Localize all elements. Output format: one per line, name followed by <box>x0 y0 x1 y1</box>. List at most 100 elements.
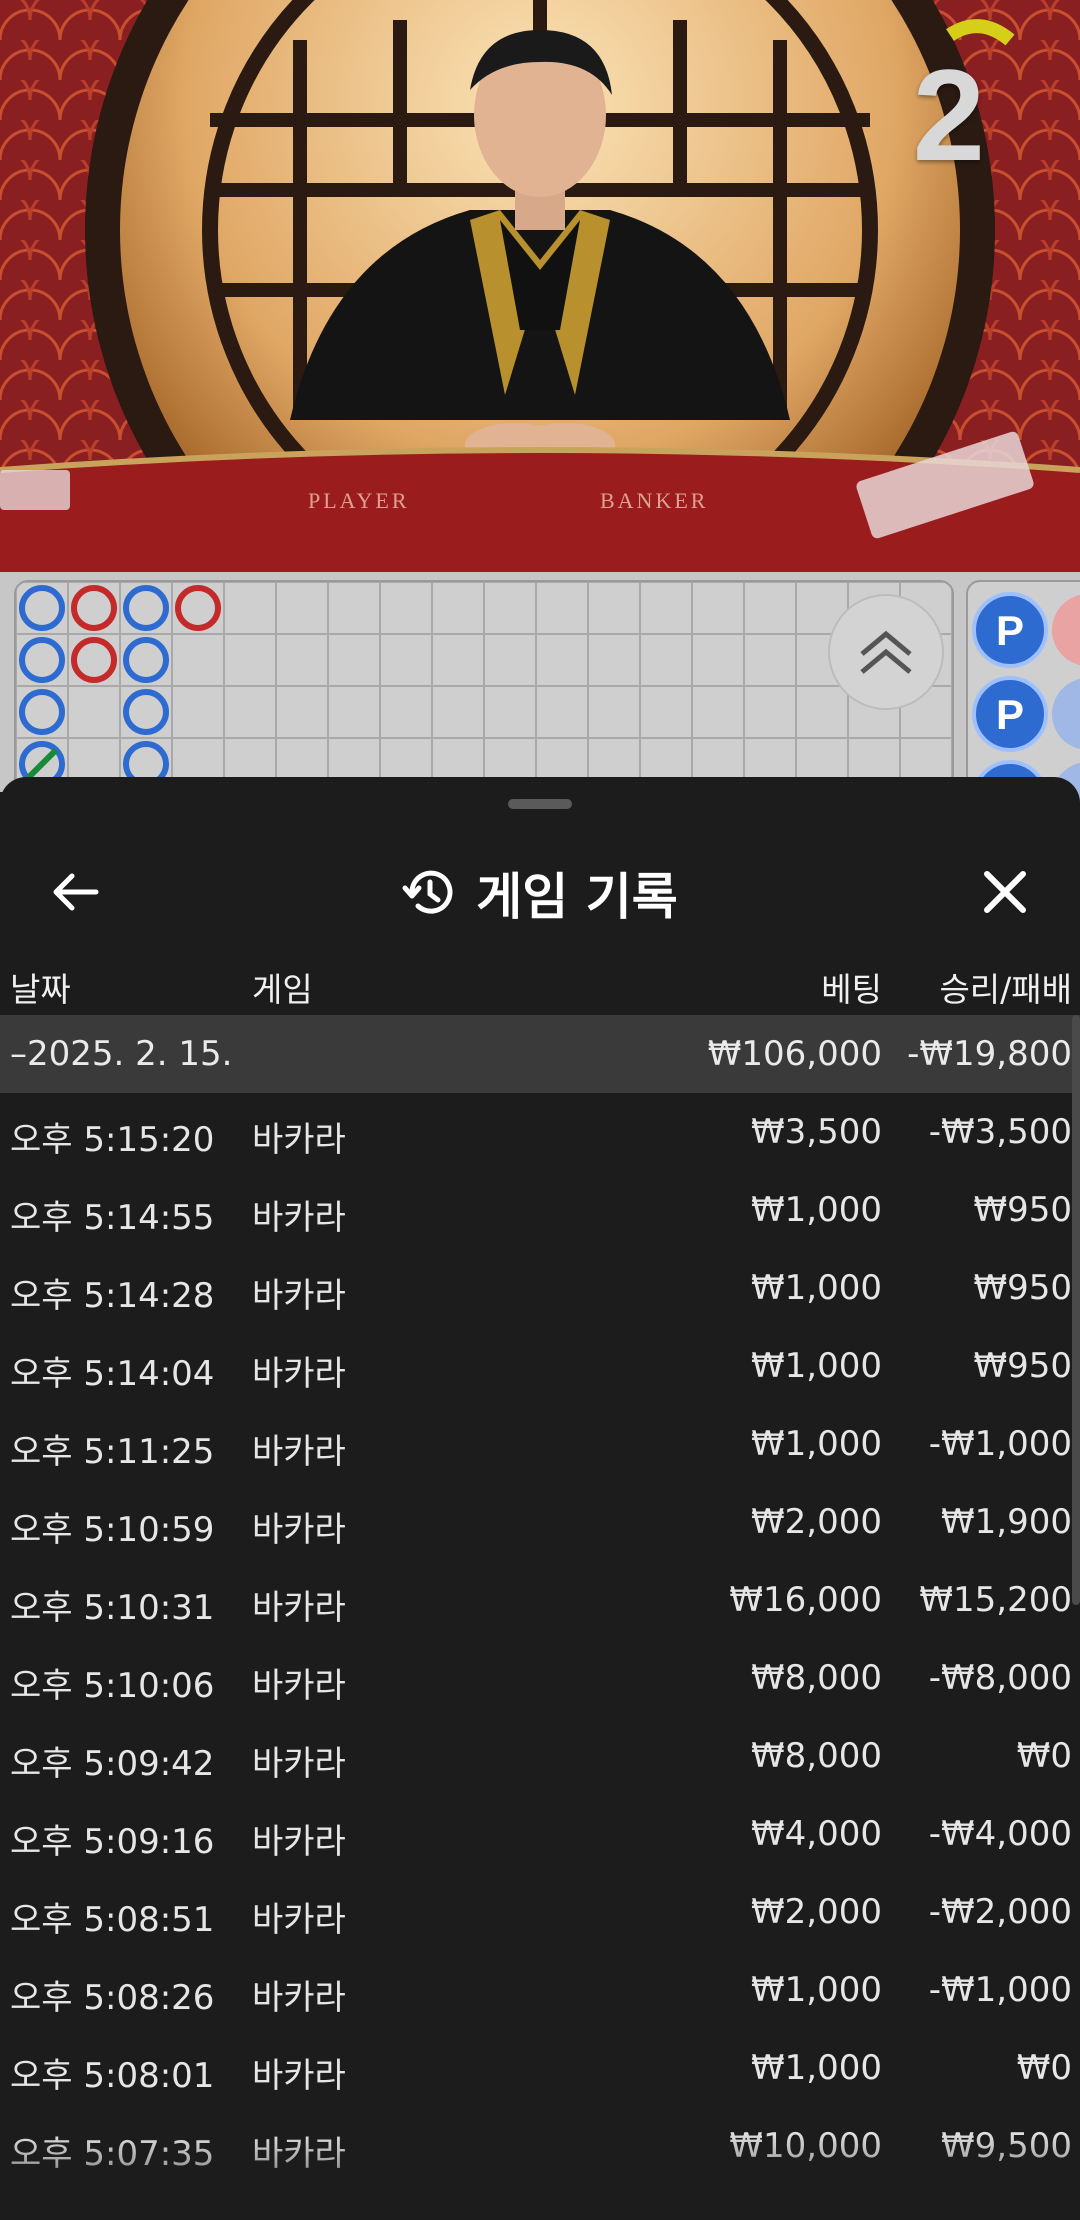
player-ring <box>19 689 65 735</box>
row-game: 바카라 <box>252 1900 346 1940</box>
row-game: 바카라 <box>252 1822 346 1862</box>
row-game: 바카라 <box>252 1198 346 1238</box>
date-summary-row[interactable]: –2025. 2. 15. ₩106,000 -₩19,800 <box>0 1015 1080 1093</box>
history-row[interactable]: 오후 5:10:31 바카라 ₩16,000 ₩15,200 <box>0 1561 1080 1639</box>
live-video: PLAYER BANKER 2 <box>0 0 1080 572</box>
row-result: -₩3,500 <box>928 1112 1072 1152</box>
row-game: 바카라 <box>252 1978 346 2018</box>
row-time: 오후 5:11:25 <box>10 1432 215 1472</box>
player-ring <box>123 637 169 683</box>
row-bet: ₩1,000 <box>751 2048 882 2088</box>
sheet-header: 게임 기록 <box>0 827 1080 947</box>
row-game: 바카라 <box>252 1666 346 1706</box>
player-ring <box>123 585 169 631</box>
history-row[interactable]: 오후 5:11:25 바카라 ₩1,000 -₩1,000 <box>0 1405 1080 1483</box>
close-button[interactable] <box>972 859 1038 925</box>
history-icon <box>402 870 453 914</box>
row-time: 오후 5:09:42 <box>10 1744 215 1784</box>
row-result: ₩950 <box>973 1346 1072 1386</box>
history-row[interactable]: 오후 5:14:28 바카라 ₩1,000 ₩950 <box>0 1249 1080 1327</box>
player-bead-label: P <box>996 607 1024 654</box>
row-result: -₩8,000 <box>928 1658 1072 1698</box>
bead-road-grid <box>16 582 952 808</box>
row-game: 바카라 <box>252 1510 346 1550</box>
player-ring <box>123 689 169 735</box>
big-road-grid: PPP <box>972 592 1080 808</box>
roadmap-panel: PPP <box>0 572 1080 810</box>
row-time: 오후 5:10:59 <box>10 1510 215 1550</box>
row-bet: ₩1,000 <box>751 1970 882 2010</box>
history-table: –2025. 2. 15. ₩106,000 -₩19,800 오후 5:15:… <box>0 1015 1080 2185</box>
betting-countdown: 2 <box>912 42 985 188</box>
row-game: 바카라 <box>252 2056 346 2096</box>
history-row[interactable]: 오후 5:09:16 바카라 ₩4,000 -₩4,000 <box>0 1795 1080 1873</box>
row-result: -₩2,000 <box>928 1892 1072 1932</box>
bead-road[interactable] <box>14 580 954 810</box>
row-bet: ₩1,000 <box>751 1424 882 1464</box>
row-time: 오후 5:14:04 <box>10 1354 215 1394</box>
row-result: ₩15,200 <box>919 1580 1072 1620</box>
history-row[interactable]: 오후 5:10:06 바카라 ₩8,000 -₩8,000 <box>0 1639 1080 1717</box>
history-row[interactable]: 오후 5:08:01 바카라 ₩1,000 ₩0 <box>0 2029 1080 2107</box>
history-row[interactable]: 오후 5:15:20 바카라 ₩3,500 -₩3,500 <box>0 1093 1080 1171</box>
banker-ring <box>71 585 117 631</box>
history-row[interactable]: 오후 5:08:51 바카라 ₩2,000 -₩2,000 <box>0 1873 1080 1951</box>
banker-ring <box>175 585 221 631</box>
row-game: 바카라 <box>252 1354 346 1394</box>
table-header: 날짜 게임 베팅 승리/패배 <box>0 955 1080 1011</box>
row-time: 오후 5:09:16 <box>10 1822 215 1862</box>
summary-result-total: -₩19,800 <box>907 1034 1072 1074</box>
app-root: PLAYER BANKER 2 PPP <box>0 0 1080 2220</box>
row-game: 바카라 <box>252 1588 346 1628</box>
row-time: 오후 5:08:51 <box>10 1900 215 1940</box>
history-row[interactable]: 오후 5:08:26 바카라 ₩1,000 -₩1,000 <box>0 1951 1080 2029</box>
row-time: 오후 5:14:28 <box>10 1276 215 1316</box>
row-bet: ₩2,000 <box>751 1892 882 1932</box>
row-result: -₩1,000 <box>928 1424 1072 1464</box>
column-date: 날짜 <box>10 970 71 1009</box>
row-game: 바카라 <box>252 1120 346 1160</box>
row-result: -₩1,000 <box>928 1970 1072 2010</box>
expand-roadmap-button[interactable] <box>828 594 944 710</box>
double-chevron-up-icon <box>860 630 912 674</box>
row-bet: ₩2,000 <box>751 1502 882 1542</box>
banker-area-label: BANKER <box>600 488 709 513</box>
row-result: ₩950 <box>973 1190 1072 1230</box>
row-time: 오후 5:08:01 <box>10 2056 215 2096</box>
row-result: ₩0 <box>1016 2048 1072 2088</box>
history-row[interactable]: 오후 5:09:42 바카라 ₩8,000 ₩0 <box>0 1717 1080 1795</box>
row-bet: ₩1,000 <box>751 1268 882 1308</box>
player-bead-label: P <box>996 691 1024 738</box>
sheet-title: 게임 기록 <box>476 868 678 926</box>
player-area-label: PLAYER <box>308 488 410 513</box>
player-bead <box>1052 678 1080 750</box>
row-result: ₩0 <box>1016 1736 1072 1776</box>
row-time: 오후 5:10:06 <box>10 1666 215 1706</box>
history-row[interactable]: 오후 5:10:59 바카라 ₩2,000 ₩1,900 <box>0 1483 1080 1561</box>
history-row[interactable]: 오후 5:14:04 바카라 ₩1,000 ₩950 <box>0 1327 1080 1405</box>
tie-mark <box>25 747 59 781</box>
column-bet: 베팅 <box>821 970 882 1009</box>
row-bet: ₩16,000 <box>729 1580 882 1620</box>
scrollbar[interactable] <box>1072 1015 1080 1605</box>
sheet-drag-handle[interactable] <box>508 799 572 809</box>
row-result: -₩4,000 <box>928 1814 1072 1854</box>
row-bet: ₩1,000 <box>751 1346 882 1386</box>
column-result: 승리/패배 <box>939 970 1072 1009</box>
big-road[interactable]: PPP <box>966 580 1080 810</box>
row-result: ₩1,900 <box>941 1502 1072 1542</box>
game-history-sheet: 게임 기록 날짜 게임 베팅 승리/패배 –2025. 2. 15. ₩106,… <box>0 777 1080 2220</box>
player-ring <box>19 637 65 683</box>
row-bet: ₩8,000 <box>751 1658 882 1698</box>
row-game: 바카라 <box>252 1276 346 1316</box>
history-row[interactable]: 오후 5:14:55 바카라 ₩1,000 ₩950 <box>0 1171 1080 1249</box>
close-icon <box>984 871 1026 913</box>
row-bet: ₩4,000 <box>751 1814 882 1854</box>
row-time: 오후 5:14:55 <box>10 1198 215 1238</box>
row-game: 바카라 <box>252 1744 346 1784</box>
row-time: 오후 5:15:20 <box>10 1120 215 1160</box>
player-ring <box>19 585 65 631</box>
summary-bet-total: ₩106,000 <box>707 1034 882 1074</box>
row-bet: ₩1,000 <box>751 1190 882 1230</box>
summary-date: –2025. 2. 15. <box>10 1034 233 1074</box>
